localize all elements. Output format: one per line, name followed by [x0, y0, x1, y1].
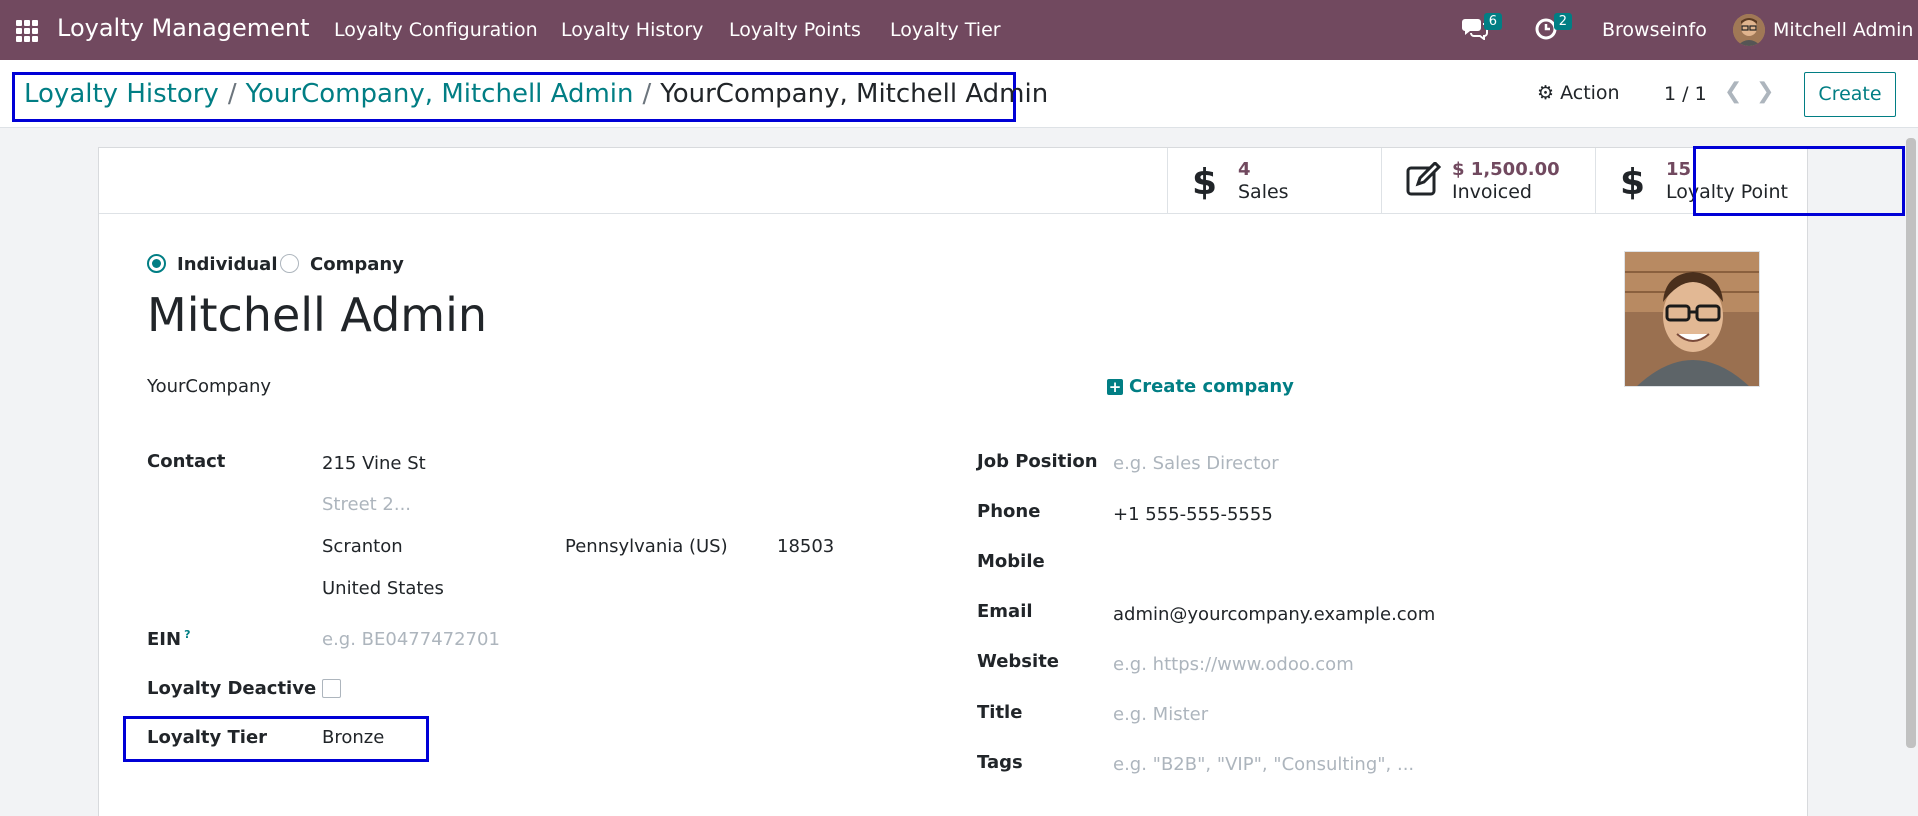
dollar-icon: $: [1620, 162, 1646, 203]
messages-button[interactable]: 6: [1462, 13, 1502, 44]
job-position-field[interactable]: e.g. Sales Director: [1113, 453, 1279, 474]
job-position-label: Job Position: [977, 451, 1098, 472]
invoiced-smart-button[interactable]: $ 1,500.00 Invoiced: [1381, 148, 1595, 214]
email-label: Email: [977, 601, 1033, 622]
chevron-right-icon[interactable]: ❯: [1756, 79, 1774, 104]
user-menu[interactable]: Mitchell Admin: [1773, 19, 1913, 41]
sales-smart-button[interactable]: $ 4 Sales: [1167, 148, 1381, 214]
menu-loyalty-tier[interactable]: Loyalty Tier: [890, 19, 1001, 41]
title-label: Title: [977, 702, 1023, 723]
edit-document-icon: [1406, 160, 1442, 205]
street-field[interactable]: 215 Vine St: [322, 453, 426, 474]
ein-label-text: EIN: [147, 629, 182, 650]
user-avatar[interactable]: [1733, 14, 1765, 46]
create-company-button[interactable]: + Create company: [1107, 376, 1294, 397]
individual-radio-label[interactable]: Individual: [177, 254, 278, 275]
control-panel: Loyalty History / YourCompany, Mitchell Ad…: [0, 60, 1918, 128]
email-field[interactable]: admin@yourcompany.example.com: [1113, 604, 1435, 625]
individual-radio[interactable]: [147, 254, 166, 273]
invoiced-label: Invoiced: [1452, 181, 1532, 203]
messages-badge: 6: [1483, 13, 1502, 30]
top-navbar: Loyalty Management Loyalty Configuration…: [0, 0, 1918, 60]
breadcrumb-loyalty-history[interactable]: Loyalty History: [24, 79, 219, 109]
loyalty-deactive-label: Loyalty Deactive: [147, 678, 317, 699]
partner-name[interactable]: Mitchell Admin: [147, 288, 487, 342]
loyalty-tier-label: Loyalty Tier: [147, 727, 268, 748]
loyalty-deactive-checkbox[interactable]: [322, 679, 341, 698]
company-switcher[interactable]: Browseinfo: [1602, 19, 1707, 41]
action-label: Action: [1560, 82, 1620, 104]
sales-label: Sales: [1238, 181, 1289, 203]
breadcrumb-separator: /: [642, 79, 652, 109]
smart-button-box: $ 4 Sales $ 1,500.00 Invoiced $ 15 Loyal…: [99, 146, 1905, 216]
invoiced-amount: $ 1,500.00: [1452, 159, 1560, 180]
website-field[interactable]: e.g. https://www.odoo.com: [1113, 654, 1354, 675]
breadcrumb-current: YourCompany, Mitchell Admin: [660, 79, 1049, 109]
company-field[interactable]: YourCompany: [147, 376, 271, 397]
form-sheet: $ 4 Sales $ 1,500.00 Invoiced $ 15 Loyal…: [98, 146, 1905, 816]
website-label: Website: [977, 651, 1060, 672]
loyalty-point-highlight: [1693, 146, 1905, 216]
breadcrumb: Loyalty History / YourCompany, Mitchell Ad…: [24, 79, 1048, 109]
action-menu[interactable]: ⚙ Action: [1537, 82, 1620, 104]
gear-icon: ⚙: [1537, 82, 1555, 104]
street2-field[interactable]: Street 2...: [322, 494, 411, 515]
loyalty-point-value: 15: [1666, 159, 1692, 180]
dollar-icon: $: [1192, 162, 1218, 203]
menu-loyalty-history[interactable]: Loyalty History: [561, 19, 703, 41]
mobile-label: Mobile: [977, 551, 1045, 572]
tags-label: Tags: [977, 752, 1023, 773]
country-field[interactable]: United States: [322, 578, 444, 599]
app-brand[interactable]: Loyalty Management: [57, 14, 310, 42]
pager-value[interactable]: 1 / 1: [1664, 83, 1707, 105]
create-button[interactable]: Create: [1804, 72, 1896, 117]
company-radio-label[interactable]: Company: [310, 254, 404, 275]
partner-photo[interactable]: [1624, 251, 1760, 387]
help-tooltip-icon[interactable]: ?: [184, 628, 190, 641]
activities-button[interactable]: 2: [1534, 13, 1572, 44]
phone-label: Phone: [977, 501, 1041, 522]
scrollbar[interactable]: [1906, 138, 1916, 748]
city-field[interactable]: Scranton: [322, 536, 403, 557]
loyalty-tier-field[interactable]: Bronze: [322, 727, 384, 748]
plus-square-icon: +: [1107, 378, 1123, 396]
zip-field[interactable]: 18503: [777, 536, 834, 557]
ein-label: EIN?: [147, 628, 190, 650]
chevron-left-icon[interactable]: ❮: [1724, 79, 1742, 104]
activities-badge: 2: [1553, 13, 1572, 30]
contact-label: Contact: [147, 451, 226, 472]
apps-grid-icon[interactable]: [16, 20, 38, 42]
create-company-label: Create company: [1129, 376, 1294, 397]
menu-loyalty-points[interactable]: Loyalty Points: [729, 19, 861, 41]
tags-field[interactable]: e.g. "B2B", "VIP", "Consulting", ...: [1113, 754, 1414, 775]
breadcrumb-separator: /: [227, 79, 237, 109]
state-field[interactable]: Pennsylvania (US): [565, 536, 728, 557]
company-radio[interactable]: [280, 254, 299, 273]
title-field[interactable]: e.g. Mister: [1113, 704, 1208, 725]
menu-loyalty-configuration[interactable]: Loyalty Configuration: [334, 19, 538, 41]
ein-field[interactable]: e.g. BE0477472701: [322, 629, 500, 650]
phone-field[interactable]: +1 555-555-5555: [1113, 504, 1273, 525]
breadcrumb-partner[interactable]: YourCompany, Mitchell Admin: [246, 79, 634, 109]
sales-count: 4: [1238, 159, 1251, 180]
